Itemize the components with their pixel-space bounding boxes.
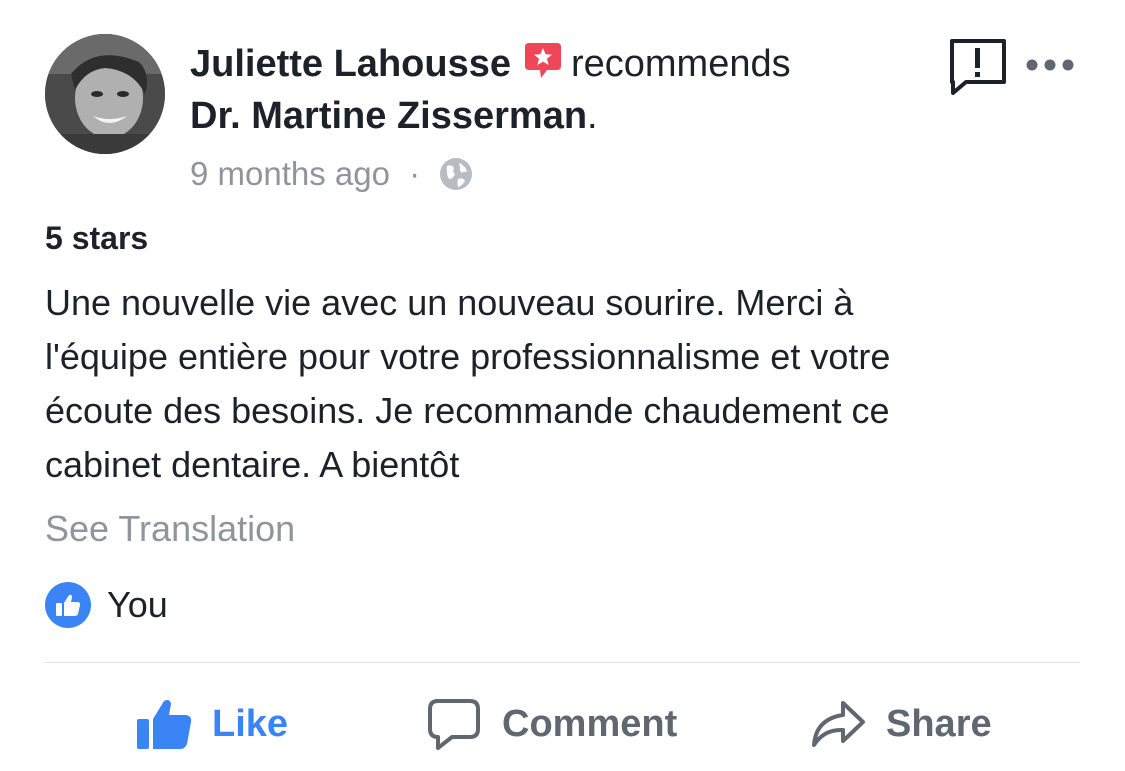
review-text-line: Une nouvelle vie avec un nouveau sourire…: [45, 282, 854, 323]
header-line: Juliette Lahousse recommends: [190, 40, 920, 92]
page-name-suffix: .: [587, 95, 598, 137]
review-rating: 5 stars: [45, 220, 149, 256]
thumbs-up-icon: [56, 594, 81, 616]
post-header: Juliette Lahousse recommends Dr. Martine…: [190, 40, 920, 140]
reactions-text: You: [107, 584, 168, 625]
globe-icon: [439, 157, 473, 200]
thumbs-up-icon: [137, 700, 192, 749]
review-text-line: écoute des besoins. Je recommande chaude…: [45, 390, 890, 431]
timestamp[interactable]: 9 months ago: [190, 155, 390, 192]
recommends-text: recommends: [570, 43, 791, 85]
review-text-line: cabinet dentaire. A bientôt: [45, 444, 460, 485]
comment-button[interactable]: Comment: [426, 694, 677, 754]
share-label: Share: [886, 702, 992, 745]
avatar-image: [45, 34, 165, 154]
post-meta: 9 months ago ·: [190, 154, 473, 200]
header-line: Dr. Martine Zisserman.: [190, 92, 920, 140]
reactions-summary[interactable]: You: [45, 582, 168, 628]
recommendation-badge-icon: [523, 40, 563, 92]
report-icon: [950, 39, 1006, 95]
comment-icon: [428, 699, 480, 750]
review-text-line: l'équipe entière pour votre professionna…: [45, 336, 891, 377]
review-text: Une nouvelle vie avec un nouveau sourire…: [45, 276, 1095, 492]
author-avatar[interactable]: [45, 34, 165, 154]
page-name[interactable]: Dr. Martine Zisserman: [190, 95, 587, 137]
more-options-button[interactable]: [1024, 54, 1076, 76]
ellipsis-icon: [1026, 59, 1074, 71]
author-name[interactable]: Juliette Lahousse: [190, 43, 511, 85]
like-reaction-icon: [45, 582, 91, 628]
like-button[interactable]: Like: [136, 694, 288, 754]
see-translation-link[interactable]: See Translation: [45, 506, 295, 552]
like-label: Like: [212, 702, 289, 745]
divider: [45, 662, 1080, 663]
share-button[interactable]: Share: [810, 694, 992, 754]
comment-label: Comment: [502, 702, 678, 745]
share-icon: [812, 701, 865, 747]
meta-separator: ·: [409, 155, 421, 192]
report-button[interactable]: [948, 38, 1008, 96]
